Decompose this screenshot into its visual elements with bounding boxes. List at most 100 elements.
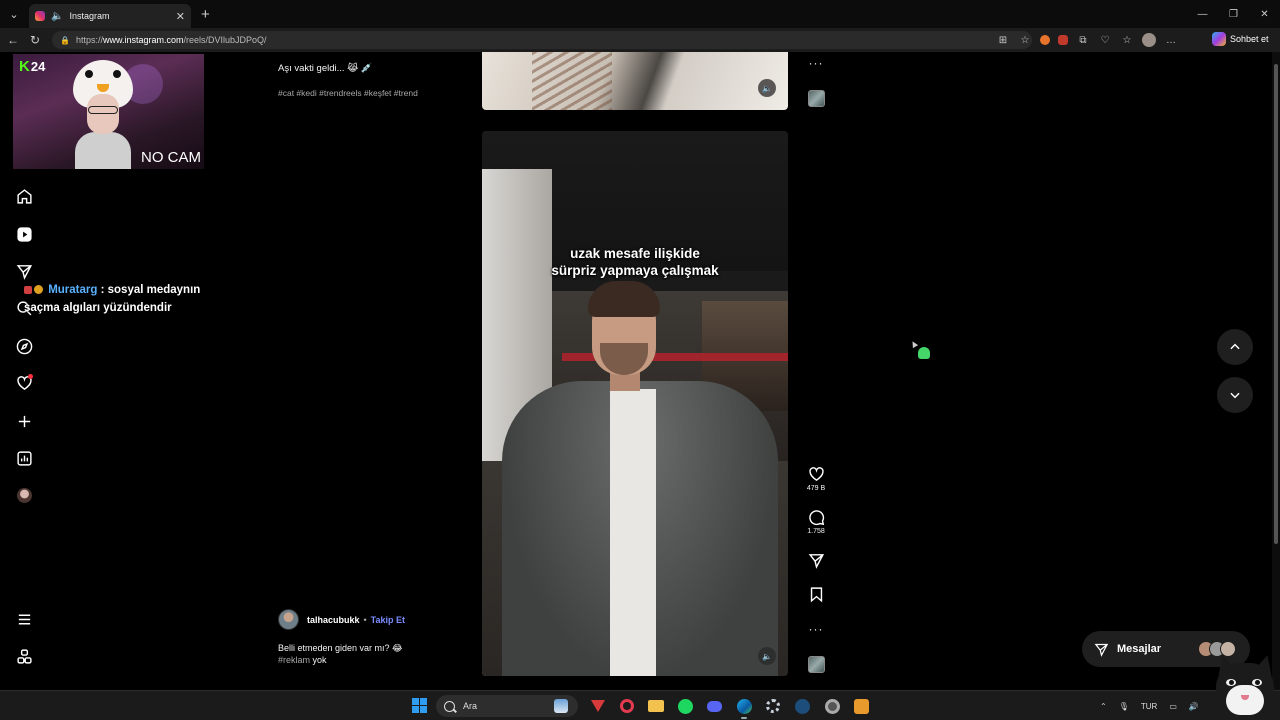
extensions-puzzle-icon[interactable]: ⧉ xyxy=(1076,33,1090,47)
browser-tab-instagram[interactable]: 🔈 Instagram ✕ xyxy=(29,4,191,28)
windows-start-icon[interactable] xyxy=(412,698,427,713)
url-input[interactable]: 🔒 https://www.instagram.com/reels/DVIlub… xyxy=(52,31,1032,49)
dashboard-icon[interactable] xyxy=(12,446,36,470)
steam-icon[interactable] xyxy=(792,696,812,716)
reel-overlay-line1: uzak mesafe ilişkide xyxy=(570,246,700,261)
audio-thumbnail-icon[interactable] xyxy=(807,656,825,673)
create-icon[interactable] xyxy=(12,409,36,433)
author-name[interactable]: talhacubukk xyxy=(307,615,360,625)
edge-icon[interactable] xyxy=(734,696,754,719)
home-icon[interactable] xyxy=(12,184,36,208)
tab-actions-menu-button[interactable]: ⌄ xyxy=(3,3,25,25)
share-button[interactable] xyxy=(804,552,828,569)
opera-icon[interactable] xyxy=(617,696,637,716)
like-button[interactable]: 479 B xyxy=(804,466,828,492)
chevron-down-icon xyxy=(1230,392,1240,399)
favorites-icon[interactable]: ☆ xyxy=(1120,33,1134,47)
cat-eye-icon xyxy=(1252,679,1262,686)
share-icon[interactable] xyxy=(808,552,825,569)
streamer-glasses xyxy=(88,106,118,114)
close-icon[interactable]: ✕ xyxy=(1249,0,1280,28)
mute-icon[interactable]: 🔈 xyxy=(758,79,776,97)
previous-reel-more-icon[interactable]: ··· xyxy=(804,57,828,69)
explore-icon[interactable] xyxy=(12,334,36,358)
more-options-button[interactable]: ··· xyxy=(804,623,828,635)
bookmark-icon[interactable] xyxy=(808,586,825,603)
discord-icon[interactable] xyxy=(704,696,724,716)
more-icon[interactable] xyxy=(12,607,36,631)
extension-orange-icon[interactable] xyxy=(1040,35,1050,45)
chat-sub-badge-icon xyxy=(34,285,43,294)
microphone-icon[interactable]: 🎙 xyxy=(1119,702,1129,711)
notifications-icon[interactable] xyxy=(12,371,36,395)
reload-icon[interactable]: ↻ xyxy=(24,33,46,47)
mute-icon[interactable]: 🔈 xyxy=(758,647,776,665)
tab-close-icon[interactable]: ✕ xyxy=(176,10,185,23)
audio-button[interactable] xyxy=(804,656,828,673)
lock-icon[interactable]: 🔒 xyxy=(60,36,70,45)
webcam-streamer xyxy=(71,60,135,169)
heart-icon[interactable] xyxy=(808,466,825,483)
browser-essentials-icon[interactable]: ♡ xyxy=(1098,33,1112,47)
caption-hashtag[interactable]: #reklam xyxy=(278,655,310,665)
scrollbar-thumb[interactable] xyxy=(1274,64,1278,544)
language-indicator[interactable]: TUR xyxy=(1141,702,1157,711)
url-path: /reels/DVIlubJDPoQ/ xyxy=(183,35,267,45)
minimize-icon[interactable]: — xyxy=(1187,0,1218,28)
previous-reel-button[interactable] xyxy=(1217,329,1253,365)
more-options-icon[interactable]: ··· xyxy=(809,57,824,69)
more-options-icon[interactable]: ··· xyxy=(809,623,824,635)
settings-more-icon[interactable]: … xyxy=(1164,33,1178,47)
network-icon[interactable]: ▭ xyxy=(1169,702,1177,711)
previous-reel-audio-thumb[interactable] xyxy=(804,90,828,107)
new-tab-button[interactable]: + xyxy=(201,6,210,23)
kick-badge: K 24 xyxy=(19,58,45,75)
like-count: 479 B xyxy=(806,485,826,492)
copilot-button[interactable]: Sohbet et xyxy=(1212,32,1269,46)
direct-icon[interactable] xyxy=(12,259,36,283)
tab-title: Instagram xyxy=(69,11,110,21)
system-tray: ⌃ 🎙 TUR ▭ 🔊 xyxy=(1100,691,1199,720)
back-icon[interactable]: ← xyxy=(2,33,24,47)
next-reel-button[interactable] xyxy=(1217,377,1253,413)
tray-chevron-up-icon[interactable]: ⌃ xyxy=(1100,702,1107,711)
page-scrollbar[interactable] xyxy=(1272,52,1280,690)
settings-icon[interactable] xyxy=(763,696,783,716)
copilot-icon xyxy=(1212,32,1226,46)
video-frame-detail xyxy=(532,52,612,110)
cat-mascot-overlay xyxy=(1210,652,1280,720)
volume-icon[interactable]: 🔊 xyxy=(1189,702,1199,711)
messages-label: Mesajlar xyxy=(1117,643,1162,655)
chat-badge-icon xyxy=(24,286,32,294)
reel-caption-line2: #reklam yok xyxy=(278,654,403,666)
url-text: https://www.instagram.com/reels/DVIlubJD… xyxy=(76,35,267,45)
file-explorer-icon[interactable] xyxy=(646,696,666,716)
taskbar-search[interactable]: Ara xyxy=(436,695,578,717)
profile-icon[interactable] xyxy=(12,483,36,507)
instagram-icon xyxy=(35,11,45,21)
profile-icon[interactable] xyxy=(1142,33,1156,47)
vivaldi-icon[interactable] xyxy=(588,696,608,716)
penguin-eye-icon xyxy=(85,70,93,78)
previous-reel-video[interactable]: 🔈 xyxy=(482,52,788,110)
app-available-icon[interactable]: ⊞ xyxy=(996,33,1010,47)
meta-icon[interactable] xyxy=(12,644,36,668)
audio-thumbnail-icon[interactable] xyxy=(807,90,825,107)
comment-button[interactable]: 1.758 xyxy=(804,509,828,535)
chrome-icon[interactable] xyxy=(822,696,842,716)
maximize-icon[interactable]: ❐ xyxy=(1218,0,1249,28)
spotify-icon[interactable] xyxy=(675,696,695,716)
previous-reel-hashtags[interactable]: #cat #kedi #trendreels #keşfet #trend xyxy=(278,88,418,98)
save-button[interactable] xyxy=(804,586,828,603)
author-avatar[interactable] xyxy=(278,609,299,630)
tab-audio-icon[interactable]: 🔈 xyxy=(51,11,63,22)
reel-caption-text: Belli etmeden giden var mı? 😂 xyxy=(278,643,403,653)
search-highlight-icon xyxy=(554,699,568,713)
app-icon[interactable] xyxy=(851,696,871,716)
extension-red-icon[interactable] xyxy=(1058,35,1068,45)
reels-icon[interactable] xyxy=(12,222,36,246)
comment-icon[interactable] xyxy=(808,509,825,526)
follow-button[interactable]: Takip Et xyxy=(371,615,405,625)
current-reel-video[interactable]: uzak mesafe ilişkide sürpriz yapmaya çal… xyxy=(482,131,788,676)
favorite-star-icon[interactable]: ☆ xyxy=(1018,33,1032,47)
